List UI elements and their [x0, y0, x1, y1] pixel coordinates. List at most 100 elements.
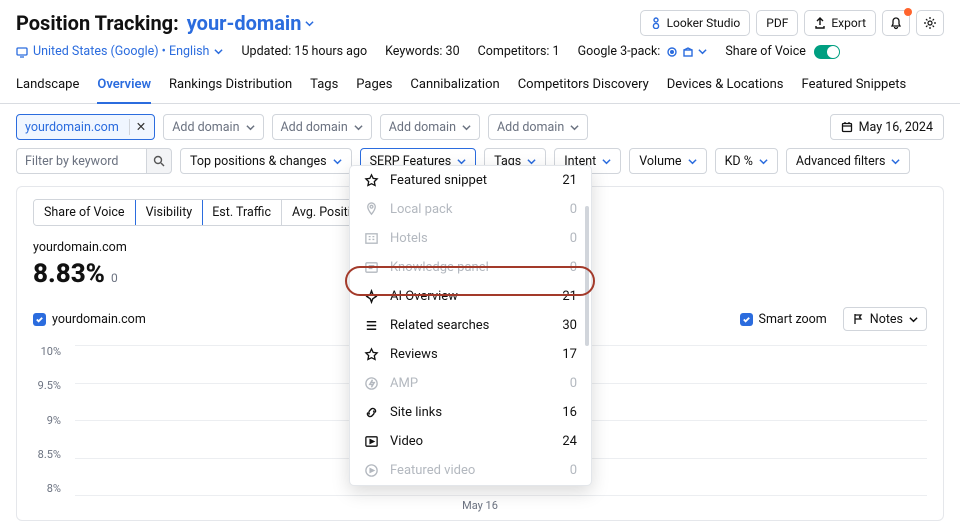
toggle-switch-on[interactable]	[814, 45, 840, 59]
x-axis-label: May 16	[33, 495, 927, 512]
scrollbar[interactable]	[585, 206, 589, 346]
nav-tab-pages[interactable]: Pages	[356, 69, 392, 103]
volume-filter[interactable]: Volume	[629, 148, 706, 174]
chevron-down-icon	[214, 47, 223, 56]
nav-tab-cannibalization[interactable]: Cannibalization	[410, 69, 499, 103]
pdf-button[interactable]: PDF	[756, 10, 798, 36]
drop-label: Volume	[639, 154, 681, 169]
chevron-down-icon	[688, 157, 697, 166]
serp-option-amp: AMP0	[350, 369, 591, 398]
add-domain-label: Add domain	[172, 120, 239, 135]
sov-label: Share of Voice	[725, 44, 806, 59]
keyword-search-button[interactable]	[146, 148, 172, 174]
checkbox-checked[interactable]	[33, 313, 46, 326]
amp-icon	[364, 376, 380, 391]
serp-option-label: Site links	[390, 405, 552, 420]
serp-option-count: 16	[562, 405, 577, 420]
serp-option-sitelinks[interactable]: Site links 16	[350, 398, 591, 427]
looker-label: Looker Studio	[667, 16, 741, 30]
chevron-down-icon	[891, 157, 900, 166]
local-pack-icon	[364, 202, 380, 217]
notifications-button[interactable]	[882, 10, 910, 36]
flag-icon	[852, 313, 864, 325]
serp-option-label: Featured snippet	[390, 173, 552, 188]
serp-option-label: Video	[390, 434, 552, 449]
segment-visibility[interactable]: Visibility	[135, 199, 204, 226]
segment-share-of-voice[interactable]: Share of Voice	[34, 200, 136, 225]
serp-option-label: Knowledge panel	[390, 260, 560, 275]
serp-option-video[interactable]: Video 24	[350, 427, 591, 456]
add-domain-4[interactable]: Add domain	[488, 114, 588, 140]
serp-option-label: Local pack	[390, 202, 560, 217]
add-domain-1[interactable]: Add domain	[163, 114, 263, 140]
nav-tab-overview[interactable]: Overview	[97, 69, 151, 104]
chevron-down-icon	[246, 123, 255, 132]
y-tick: 10%	[33, 345, 61, 358]
drop-label: Advanced filters	[796, 154, 886, 169]
legend-item[interactable]: yourdomain.com	[33, 312, 146, 327]
add-domain-label: Add domain	[281, 120, 348, 135]
knowledge-icon	[364, 260, 380, 275]
date-label: May 16, 2024	[859, 120, 933, 135]
serp-option-label: Hotels	[390, 231, 560, 246]
export-icon	[814, 17, 826, 29]
chevron-down-icon	[462, 123, 471, 132]
visibility-delta: 0	[111, 271, 118, 285]
advanced-filters[interactable]: Advanced filters	[786, 148, 911, 174]
sitelinks-icon	[364, 405, 380, 420]
checkbox-checked[interactable]	[740, 313, 753, 326]
serp-option-label: AI Overview	[390, 289, 552, 304]
kd-filter[interactable]: KD %	[715, 148, 778, 174]
serp-option-label: Related searches	[390, 318, 552, 333]
serp-option-count: 30	[562, 318, 577, 333]
serp-option-related[interactable]: Related searches 30	[350, 311, 591, 340]
nav-tab-devices-locations[interactable]: Devices & Locations	[667, 69, 784, 103]
location-selector[interactable]: United States (Google) • English	[16, 44, 223, 59]
serp-option-count: 0	[570, 376, 577, 391]
chevron-down-icon	[354, 123, 363, 132]
google-3pack[interactable]: Google 3-pack:	[578, 44, 708, 59]
keyword-input[interactable]	[16, 148, 146, 174]
serp-option-count: 17	[562, 347, 577, 362]
date-picker[interactable]: May 16, 2024	[830, 114, 944, 140]
export-button[interactable]: Export	[804, 10, 876, 36]
nav-tab-rankings-distribution[interactable]: Rankings Distribution	[169, 69, 292, 103]
settings-button[interactable]	[916, 10, 944, 36]
looker-studio-button[interactable]: Looker Studio	[640, 10, 751, 36]
reviews-icon	[364, 347, 380, 362]
target-icon	[666, 46, 678, 58]
nav-tab-landscape[interactable]: Landscape	[16, 69, 79, 103]
serp-option-ai-overview[interactable]: AI Overview21	[350, 282, 591, 311]
nav-tab-featured-snippets[interactable]: Featured Snippets	[802, 69, 907, 103]
gear-icon	[923, 16, 937, 30]
competitors-count: Competitors: 1	[478, 44, 560, 59]
gridline	[75, 495, 927, 496]
project-domain-selector[interactable]: your-domain	[187, 11, 315, 35]
serp-option-label: Reviews	[390, 347, 552, 362]
drop-label: KD %	[725, 154, 753, 169]
nav-tab-tags[interactable]: Tags	[310, 69, 338, 103]
share-of-voice-toggle[interactable]: Share of Voice	[725, 44, 840, 59]
serp-option-reviews[interactable]: Reviews 17	[350, 340, 591, 369]
serp-option-count: 24	[562, 434, 577, 449]
serp-option-featured-snippet[interactable]: Featured snippet21	[350, 166, 591, 195]
serp-option-count: 0	[570, 463, 577, 478]
visibility-value: 8.83%	[33, 259, 105, 289]
calendar-icon	[841, 121, 853, 133]
segment-est-traffic[interactable]: Est. Traffic	[202, 200, 282, 225]
domain-chip-selected[interactable]: yourdomain.com ✕	[16, 114, 155, 140]
updated-text: Updated: 15 hours ago	[241, 44, 367, 59]
looker-icon	[650, 17, 662, 29]
video-icon	[364, 434, 380, 449]
add-domain-label: Add domain	[389, 120, 456, 135]
smart-zoom-toggle[interactable]: Smart zoom	[740, 312, 827, 327]
smart-zoom-label: Smart zoom	[759, 312, 827, 327]
serp-option-label: Featured video	[390, 463, 560, 478]
hotels-icon	[364, 231, 380, 246]
add-domain-3[interactable]: Add domain	[380, 114, 480, 140]
nav-tab-competitors-discovery[interactable]: Competitors Discovery	[518, 69, 649, 103]
notes-button[interactable]: Notes	[843, 307, 927, 331]
add-domain-2[interactable]: Add domain	[272, 114, 372, 140]
remove-domain-icon[interactable]: ✕	[129, 119, 146, 135]
top-positions-filter[interactable]: Top positions & changes	[180, 148, 352, 174]
